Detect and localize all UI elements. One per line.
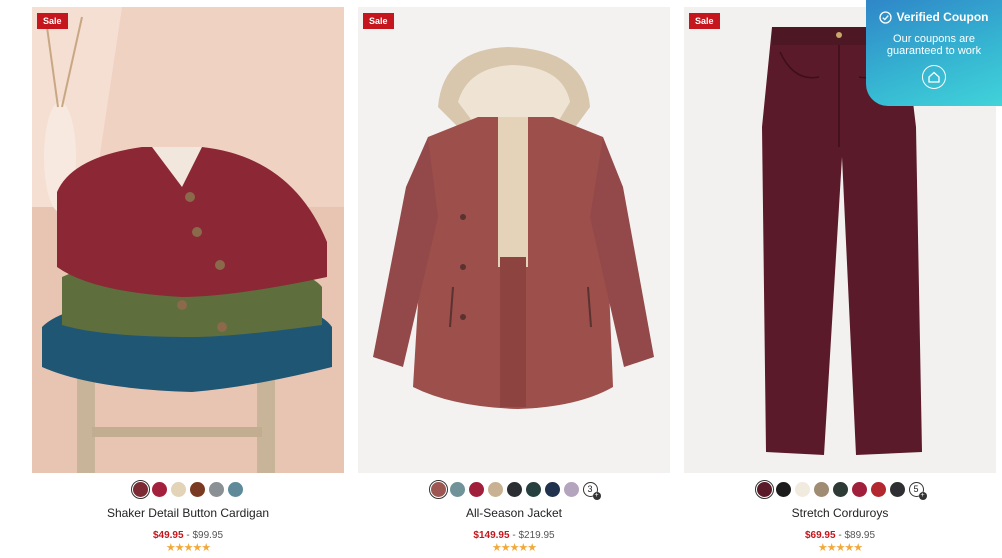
plus-icon: + bbox=[918, 491, 927, 500]
color-swatch[interactable] bbox=[832, 481, 848, 497]
rating-stars: ★★★★★ bbox=[491, 542, 537, 554]
color-swatches: 5 + bbox=[684, 479, 996, 500]
sale-price: $69.95 bbox=[804, 530, 836, 541]
color-swatch[interactable] bbox=[851, 481, 867, 497]
color-swatch[interactable] bbox=[525, 481, 541, 497]
color-swatch[interactable] bbox=[228, 481, 243, 497]
color-swatch[interactable] bbox=[889, 481, 905, 497]
sale-price: $149.95 bbox=[473, 530, 510, 541]
original-price: $99.95 bbox=[192, 530, 224, 541]
original-price: $89.95 bbox=[844, 530, 876, 541]
color-swatch[interactable] bbox=[468, 481, 484, 497]
more-colors-count: 3 bbox=[587, 484, 593, 494]
color-swatch[interactable] bbox=[487, 481, 503, 497]
verified-coupon-widget[interactable]: Verified Coupon Our coupons are guarante… bbox=[866, 0, 1002, 106]
rating-stars: ★★★★★ bbox=[165, 542, 211, 554]
more-colors-button[interactable]: 3 + bbox=[582, 481, 601, 500]
product-price: $49.95 - $99.95 bbox=[32, 530, 344, 541]
color-swatch[interactable] bbox=[171, 481, 186, 497]
color-swatch[interactable] bbox=[152, 481, 167, 497]
product-name[interactable]: Shaker Detail Button Cardigan bbox=[32, 506, 344, 520]
color-swatches bbox=[32, 479, 344, 499]
product-name[interactable]: All-Season Jacket bbox=[358, 506, 670, 520]
color-swatch[interactable] bbox=[794, 481, 810, 497]
color-swatch[interactable] bbox=[190, 481, 205, 497]
color-swatch[interactable] bbox=[131, 479, 150, 499]
sale-price: $49.95 bbox=[152, 530, 184, 541]
plus-icon: + bbox=[592, 491, 601, 500]
color-swatch[interactable] bbox=[775, 481, 791, 497]
sale-badge: Sale bbox=[37, 13, 68, 29]
price-separator: - bbox=[186, 530, 190, 541]
hooded-jacket-image bbox=[358, 7, 670, 473]
original-price: $219.95 bbox=[518, 530, 555, 541]
check-circle-icon bbox=[879, 10, 893, 24]
color-swatch[interactable] bbox=[870, 481, 886, 497]
color-swatch[interactable] bbox=[813, 481, 829, 497]
price-separator: - bbox=[512, 530, 516, 541]
coupon-subtitle-line1: Our coupons are bbox=[893, 33, 975, 45]
rating-stars: ★★★★★ bbox=[817, 542, 863, 554]
product-card-cardigan[interactable]: Sale Shaker Detail Button Cardigan $49.9… bbox=[32, 7, 344, 554]
product-price: $69.95 - $89.95 bbox=[684, 530, 996, 541]
color-swatch[interactable] bbox=[563, 481, 579, 497]
coupon-subtitle-line2: guaranteed to work bbox=[886, 45, 982, 57]
color-swatch[interactable] bbox=[754, 479, 774, 499]
color-swatch[interactable] bbox=[209, 481, 224, 497]
product-image[interactable]: Sale bbox=[32, 7, 344, 473]
product-price: $149.95 - $219.95 bbox=[358, 530, 670, 541]
product-card-jacket[interactable]: Sale 3 + All-Season Jacket $149.95 - $21… bbox=[358, 7, 670, 554]
sale-badge: Sale bbox=[363, 13, 394, 29]
stacked-cardigans-image bbox=[32, 7, 344, 473]
color-swatch[interactable] bbox=[428, 479, 448, 499]
sale-badge: Sale bbox=[689, 13, 720, 29]
more-colors-button[interactable]: 5 + bbox=[908, 481, 927, 500]
home-icon-button[interactable] bbox=[922, 65, 946, 89]
color-swatch[interactable] bbox=[544, 481, 560, 497]
coupon-title: Verified Coupon bbox=[896, 10, 989, 24]
home-icon bbox=[928, 71, 940, 83]
color-swatch[interactable] bbox=[449, 481, 465, 497]
coupon-subtitle: Our coupons are guaranteed to work bbox=[866, 33, 1002, 57]
coupon-title-row: Verified Coupon bbox=[866, 10, 1002, 24]
color-swatches: 3 + bbox=[358, 479, 670, 500]
product-name[interactable]: Stretch Corduroys bbox=[684, 506, 996, 520]
price-separator: - bbox=[838, 530, 842, 541]
color-swatch[interactable] bbox=[506, 481, 522, 497]
more-colors-count: 5 bbox=[913, 484, 919, 494]
product-image[interactable]: Sale bbox=[358, 7, 670, 473]
